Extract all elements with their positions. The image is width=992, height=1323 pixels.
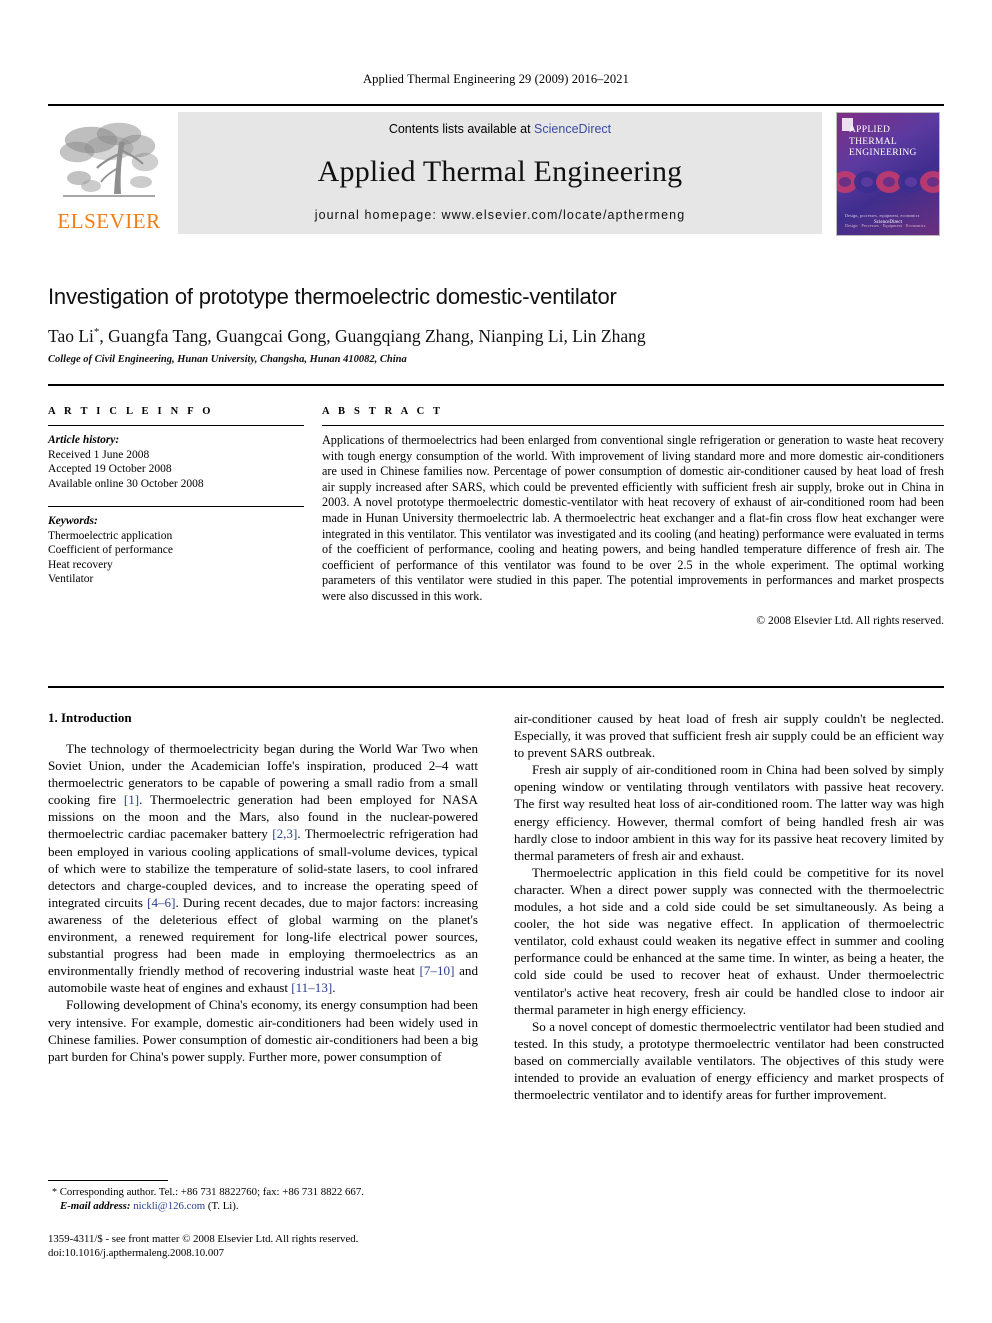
citation-ref[interactable]: [2,3] (272, 826, 297, 841)
citation-ref[interactable]: [11–13] (291, 980, 332, 995)
abstract-column: A B S T R A C T Applications of thermoel… (322, 406, 944, 627)
paragraph: air-conditioner caused by heat load of f… (514, 711, 944, 761)
footnote-line-1: * Corresponding author. Tel.: +86 731 88… (48, 1186, 478, 1200)
cover-sciencedirect-label: ScienceDirect (873, 220, 903, 225)
info-top-rule (48, 384, 944, 386)
email-link[interactable]: nickli@126.com (133, 1200, 205, 1212)
masthead-top-rule (48, 104, 944, 106)
keyword-item: Ventilator (48, 573, 94, 585)
running-head: Applied Thermal Engineering 29 (2009) 20… (363, 72, 629, 86)
info-abstract-region: A R T I C L E I N F O Article history: R… (48, 406, 944, 627)
history-received: Received 1 June 2008 (48, 448, 150, 461)
cover-image: APPLIED THERMAL ENGINEERING Design, proc… (836, 112, 940, 236)
footnote-line-2: E-mail address: nickli@126.com (T. Li). (48, 1200, 478, 1214)
elsevier-wordmark: ELSEVIER (57, 209, 161, 233)
journal-cover-thumbnail[interactable]: APPLIED THERMAL ENGINEERING Design, proc… (832, 112, 944, 236)
keywords-separator-rule (48, 506, 304, 507)
author-list: Tao Li*, Guangfa Tang, Guangcai Gong, Gu… (48, 326, 646, 346)
journal-title: Applied Thermal Engineering (317, 155, 683, 188)
abstract-bottom-rule (48, 686, 944, 688)
contents-prefix: Contents lists available at (388, 122, 535, 136)
citation-ref[interactable]: [1] (124, 792, 139, 807)
citation-ref[interactable]: [7–10] (420, 963, 455, 978)
keyword-item: Coefficient of performance (48, 544, 173, 556)
keywords-block: Keywords: Thermoelectric application Coe… (48, 514, 304, 587)
paragraph: Thermoelectric application in this field… (514, 864, 944, 1017)
keyword-item: Heat recovery (48, 558, 113, 571)
title-block: Investigation of prototype thermoelectri… (48, 284, 944, 365)
paper-page: Applied Thermal Engineering 29 (2009) 20… (0, 0, 992, 1323)
email-owner: (T. Li). (207, 1199, 239, 1212)
footnote-rule (48, 1180, 168, 1181)
keywords-label: Keywords: (48, 515, 98, 527)
contents-available-line: Contents lists available at ScienceDirec… (389, 122, 611, 136)
elsevier-logo: ELSEVIER (48, 112, 170, 234)
doi-line: doi:10.1016/j.apthermaleng.2008.10.007 (48, 1246, 225, 1259)
affiliation: College of Civil Engineering, Hunan Univ… (48, 354, 407, 365)
masthead-center: Contents lists available at ScienceDirec… (178, 112, 822, 234)
journal-homepage-link[interactable]: journal homepage: www.elsevier.com/locat… (315, 208, 686, 222)
article-history-block: Article history: Received 1 June 2008 Ac… (48, 433, 304, 491)
article-info-column: A R T I C L E I N F O Article history: R… (48, 406, 304, 627)
sciencedirect-link[interactable]: ScienceDirect (534, 122, 611, 136)
corresponding-author-marker: * (93, 326, 100, 339)
abstract-copyright: © 2008 Elsevier Ltd. All rights reserved… (756, 614, 944, 627)
issn-line: 1359-4311/$ - see front matter © 2008 El… (48, 1233, 359, 1245)
email-address-label: E-mail address: (60, 1199, 131, 1212)
citation-ref[interactable]: [4–6] (147, 895, 175, 910)
body-columns: 1. Introduction The technology of thermo… (48, 710, 944, 1103)
cover-title: APPLIED THERMAL ENGINEERING (849, 125, 935, 160)
page-title: Investigation of prototype thermoelectri… (48, 284, 617, 309)
body-column-right: air-conditioner caused by heat load of f… (514, 710, 944, 1103)
paragraph: The technology of thermoelectricity bega… (48, 741, 479, 996)
paragraph: Following development of China's economy… (48, 997, 478, 1064)
history-accepted: Accepted 19 October 2008 (48, 463, 172, 475)
issn-footer: 1359-4311/$ - see front matter © 2008 El… (48, 1233, 358, 1260)
cover-footer-line1: Design, processes, equipment, economics (845, 213, 920, 218)
paragraph: Fresh air supply of air-conditioned room… (514, 762, 944, 863)
body-column-left: 1. Introduction The technology of thermo… (48, 710, 478, 1103)
paragraph: So a novel concept of domestic thermoele… (514, 1018, 944, 1103)
elsevier-tree-icon (59, 122, 159, 197)
article-history-label: Article history: (48, 434, 120, 446)
footnote-contact-text: Corresponding author. Tel.: +86 731 8822… (59, 1186, 364, 1198)
history-available-online: Available online 30 October 2008 (48, 477, 204, 490)
abstract-heading: A B S T R A C T (322, 406, 444, 417)
journal-masthead: ELSEVIER Contents lists available at Sci… (48, 104, 944, 236)
abstract-rule (322, 425, 944, 426)
cover-title-line3: ENGINEERING (849, 148, 917, 158)
abstract-text: Applications of thermoelectrics had been… (322, 433, 944, 603)
cover-rings-graphic (837, 171, 939, 193)
article-info-rule (48, 425, 304, 426)
corresponding-author-footnote: * Corresponding author. Tel.: +86 731 88… (48, 1180, 478, 1213)
keyword-item: Thermoelectric application (48, 529, 173, 542)
section-heading-introduction: 1. Introduction (48, 710, 132, 725)
cover-title-line1: APPLIED (849, 125, 891, 135)
footnote-star-marker: * (52, 1187, 57, 1198)
article-info-heading: A R T I C L E I N F O (48, 406, 214, 417)
cover-title-line2: THERMAL (849, 136, 898, 147)
